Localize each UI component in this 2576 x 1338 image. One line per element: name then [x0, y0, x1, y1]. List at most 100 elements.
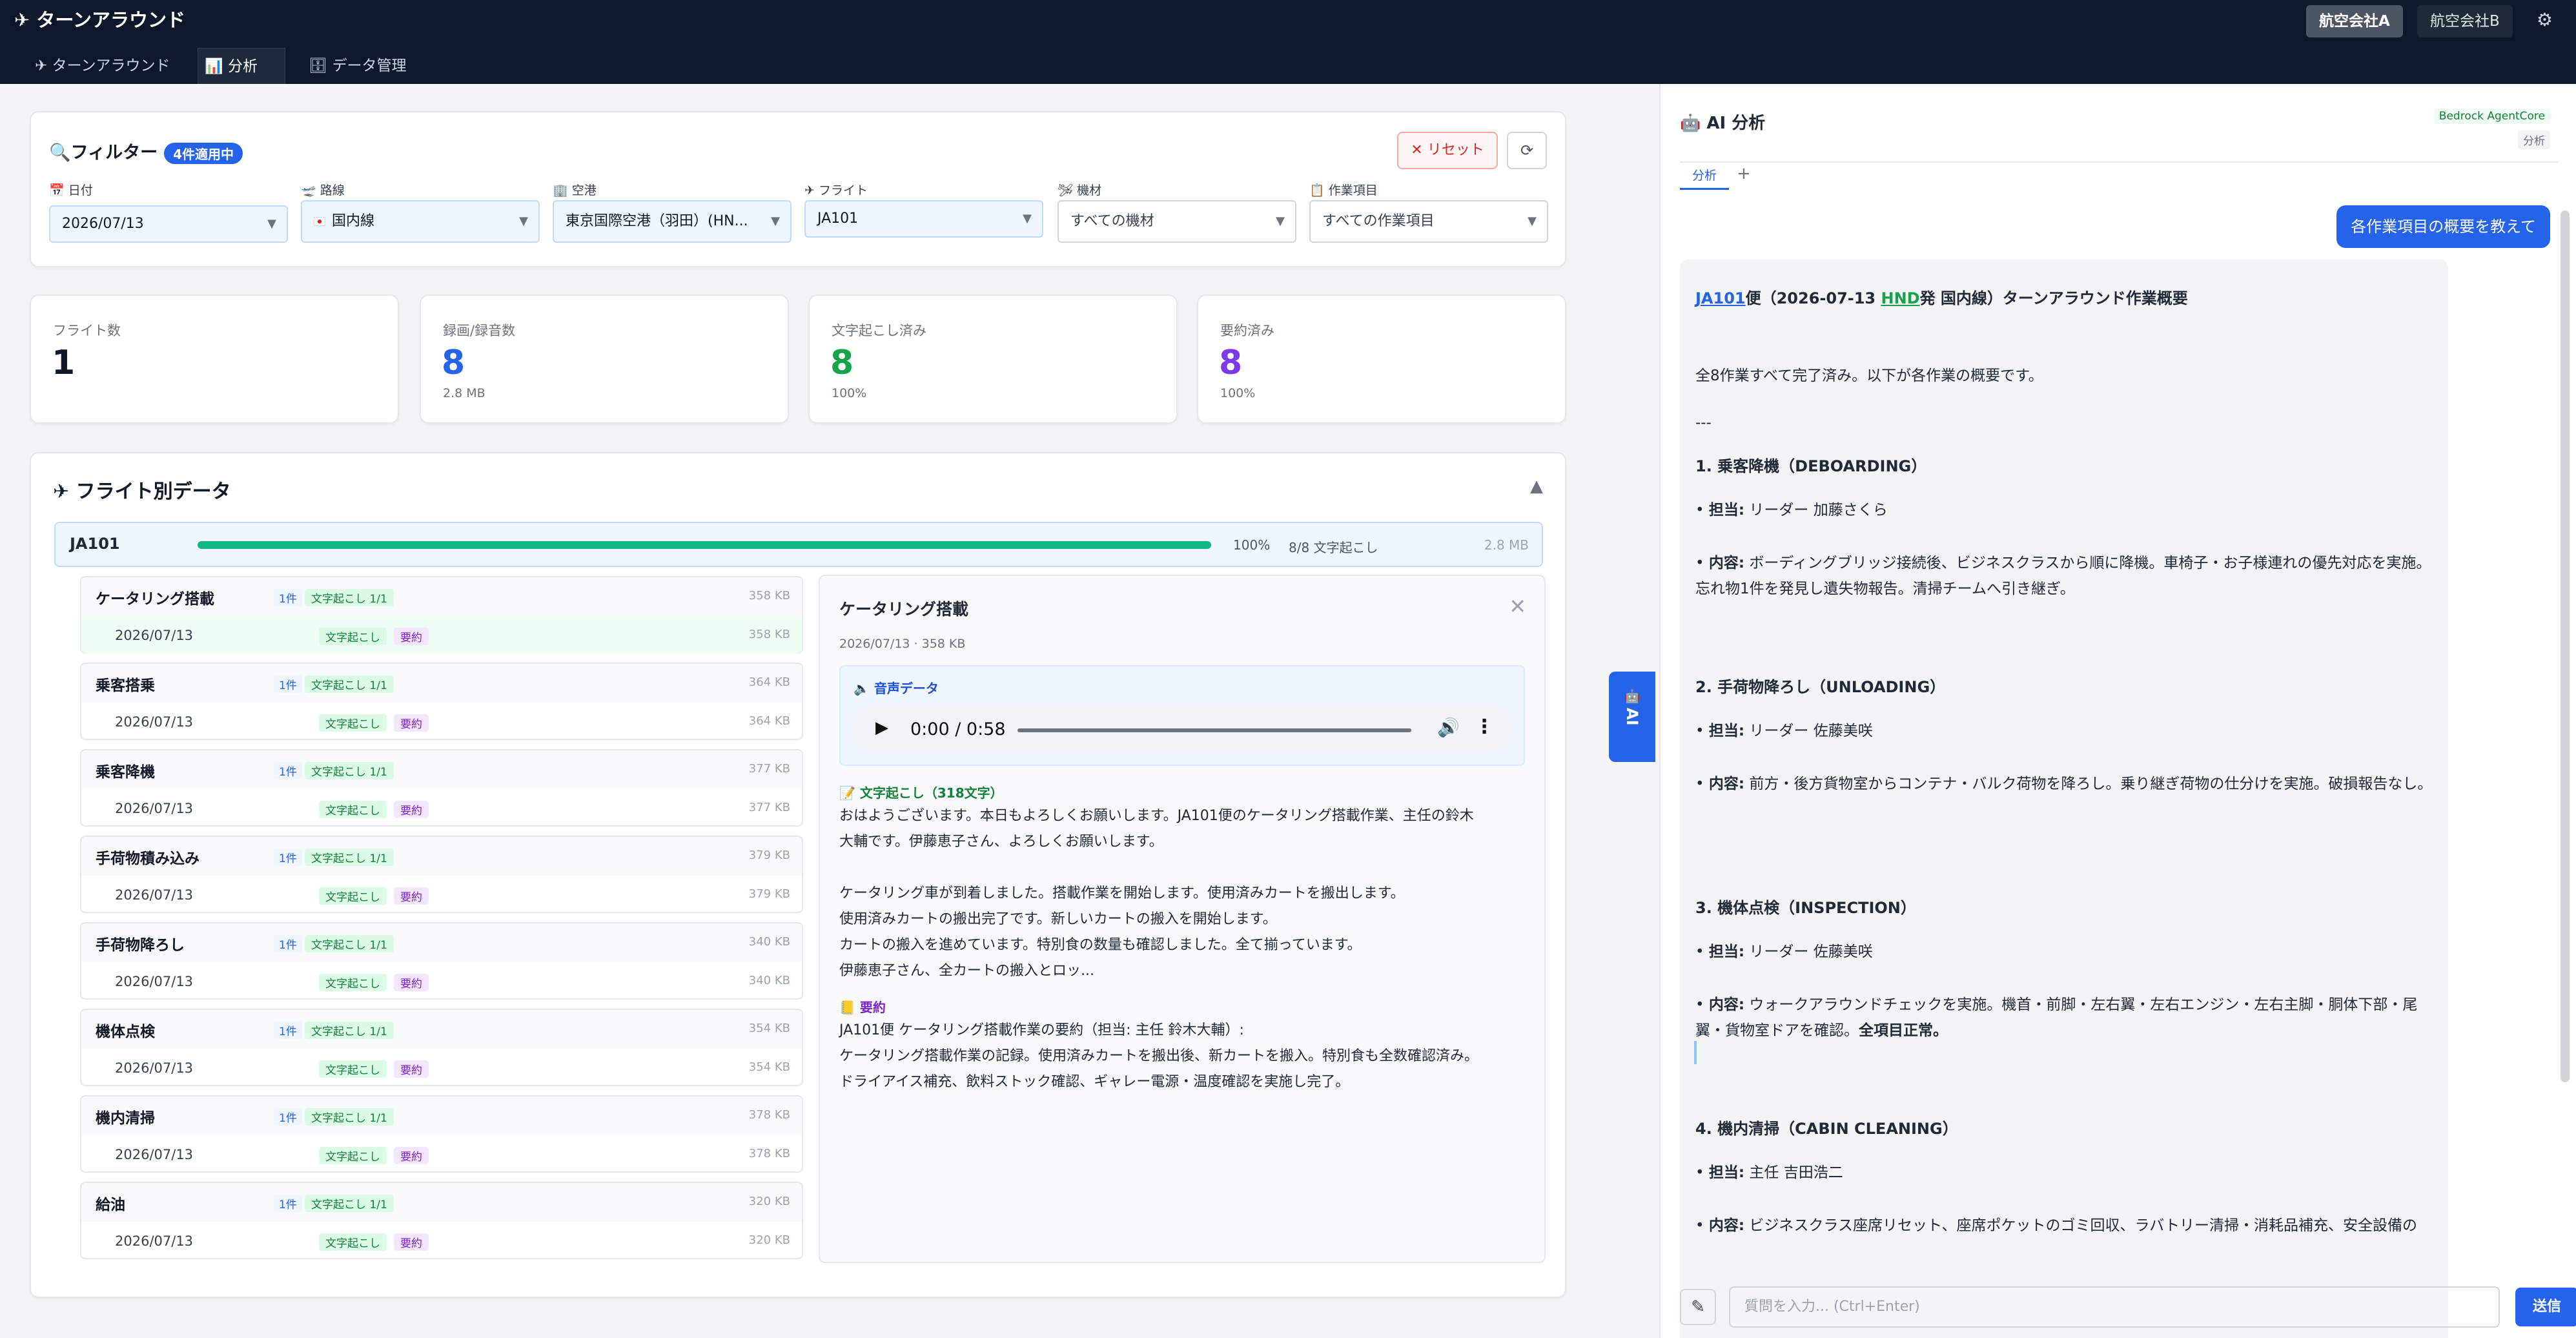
task-transcription-badge: 文字起こし 1/1	[305, 589, 394, 606]
summary-badge: 要約	[394, 801, 429, 818]
airline-a-button[interactable]: 航空会社A	[2306, 5, 2403, 37]
response-heading: JA101便（2026-07-13 HND発 国内線）ターンアラウンド作業概要	[1695, 289, 2188, 307]
send-button[interactable]: 送信	[2515, 1288, 2576, 1326]
active-filter-badge: 4件適用中	[164, 143, 243, 164]
section-lead: • 担当: リーダー 加藤さくら	[1695, 502, 1888, 519]
flight-row-ja101[interactable]: JA101 100% 8/8 文字起こし 2.8 MB	[54, 522, 1543, 567]
tab-turnaround[interactable]: ✈ ターンアラウンド	[28, 48, 176, 84]
stat-label: 文字起こし済み	[832, 323, 926, 338]
flight-size: 2.8 MB	[1484, 537, 1529, 553]
flight-link[interactable]: JA101	[1695, 289, 1746, 307]
section-lead: • 担当: リーダー 佐藤美咲	[1695, 723, 1873, 739]
user-message: 各作業項目の概要を教えて	[2336, 205, 2550, 248]
airline-b-button[interactable]: 航空会社B	[2417, 5, 2513, 37]
tab-data-management[interactable]: 🗄 データ管理	[302, 48, 413, 84]
section-lead: • 担当: 主任 吉田浩二	[1695, 1164, 1843, 1181]
agent-badge: Bedrock AgentCore	[2433, 108, 2550, 124]
task-header	[81, 750, 802, 789]
volume-icon[interactable]: 🔊	[1437, 717, 1460, 738]
chat-input-row: ✎ 質問を入力... (Ctrl+Enter) 送信	[1680, 1286, 2576, 1328]
collapse-icon[interactable]: ▲	[1530, 477, 1543, 496]
pencil-icon[interactable]: ✎	[1680, 1289, 1716, 1325]
task-header	[81, 1096, 802, 1135]
recording-date: 2026/07/13	[115, 628, 194, 643]
chevron-down-icon: ▼	[1276, 214, 1285, 228]
play-icon[interactable]: ▶	[875, 718, 888, 737]
stat-value: 1	[52, 344, 76, 382]
task-name: 手荷物積み込み	[96, 850, 199, 867]
summary-badge: 要約	[394, 1147, 429, 1164]
summary-text: JA101便 ケータリング搭載作業の要約（担当: 主任 鈴木大輔）: ケータリン…	[839, 1022, 1479, 1090]
tab-analysis[interactable]: 📊 分析	[198, 48, 285, 84]
chevron-down-icon: ▼	[519, 214, 528, 228]
response-divider: ---	[1695, 415, 1712, 431]
route-select[interactable]: 国内線 ▼	[301, 200, 540, 243]
progress-percent: 100%	[1233, 537, 1271, 553]
robot-icon: 🤖	[1624, 688, 1641, 704]
section-title: 4. 機内清掃（CABIN CLEANING）	[1695, 1120, 1958, 1138]
settings-gear-icon[interactable]: ⚙	[2537, 9, 2553, 30]
flag-japan-icon	[314, 217, 325, 226]
cursor-marker	[1694, 1041, 1697, 1064]
task-row[interactable]: 乗客搭乗 1件 文字起こし 1/1 364 KB 2026/07/13 文字起こし 要約 36…	[80, 663, 803, 740]
building-icon: 🏢	[553, 183, 568, 198]
chat-input[interactable]: 質問を入力... (Ctrl+Enter)	[1729, 1286, 2500, 1328]
scrollbar[interactable]	[2561, 211, 2570, 1082]
task-row[interactable]: 機体点検 1件 文字起こし 1/1 354 KB 2026/07/13 文字起こし 要約 35…	[80, 1009, 803, 1086]
task-row[interactable]: 給油 1件 文字起こし 1/1 320 KB 2026/07/13 文字起こし 要約 320 …	[80, 1182, 803, 1259]
airport-select[interactable]: 東京国際空港（羽田）(HN... ▼	[553, 200, 792, 243]
task-header	[81, 923, 802, 962]
refresh-icon[interactable]: ⟳	[1507, 132, 1547, 169]
airport-link[interactable]: HND	[1881, 289, 1919, 307]
summary-badge: 要約	[394, 714, 429, 732]
transcribed-badge: 文字起こし	[319, 1060, 387, 1078]
reset-button[interactable]: ✕ リセット	[1397, 132, 1498, 169]
ai-tab-analysis[interactable]: 分析	[1680, 164, 1729, 190]
task-row[interactable]: 手荷物降ろし 1件 文字起こし 1/1 340 KB 2026/07/13 文字起こし 要約…	[80, 922, 803, 1000]
aircraft-select[interactable]: すべての機材 ▼	[1058, 200, 1296, 243]
task-size: 378 KB	[748, 1108, 790, 1122]
stat-card-summarized: 要約済み 8 100%	[1197, 294, 1566, 424]
flight-select[interactable]: JA101 ▼	[804, 200, 1043, 238]
task-header	[81, 1010, 802, 1049]
task-transcription-badge: 文字起こし 1/1	[305, 935, 394, 952]
plane-icon: ✈	[35, 57, 48, 74]
database-icon: 🗄	[309, 57, 328, 74]
more-options-icon[interactable]: ⋮	[1475, 715, 1494, 738]
plane-icon: ✈	[804, 183, 815, 198]
recording-size: 340 KB	[748, 974, 790, 987]
task-name: 乗客搭乗	[96, 677, 155, 694]
audio-scrubber[interactable]	[1017, 728, 1411, 732]
audio-section: 🔈 音声データ ▶ 0:00 / 0:58 🔊 ⋮	[839, 665, 1525, 766]
task-row[interactable]: 乗客降機 1件 文字起こし 1/1 377 KB 2026/07/13 文字起こし 要約 37…	[80, 749, 803, 827]
add-tab-icon[interactable]: +	[1737, 164, 1751, 183]
ai-panel-toggle[interactable]: 🤖 AI	[1609, 672, 1655, 762]
work-item-select[interactable]: すべての作業項目 ▼	[1309, 200, 1548, 243]
task-row[interactable]: 機内清掃 1件 文字起こし 1/1 378 KB 2026/07/13 文字起こし 要約 37…	[80, 1095, 803, 1173]
filter-card: 🔍フィルター 4件適用中 ✕ リセット ⟳ 📅 日付 2026/07/13 ▼ 🛫 …	[30, 111, 1566, 267]
task-size: 377 KB	[748, 762, 790, 776]
task-row[interactable]: ケータリング搭載 1件 文字起こし 1/1 358 KB 2026/07/13 文字起こし…	[80, 576, 803, 654]
stat-value: 8	[830, 344, 854, 382]
app-title: ✈ ターンアラウンド	[14, 9, 185, 31]
flight-label: ✈ フライト	[804, 183, 868, 198]
calendar-icon: 📅	[49, 183, 65, 198]
task-name: 給油	[96, 1197, 125, 1213]
task-transcription-badge: 文字起こし 1/1	[305, 762, 394, 779]
recording-size: 378 KB	[748, 1147, 790, 1160]
task-count-badge: 1件	[274, 675, 302, 693]
summary-label: 📒 要約	[839, 1000, 886, 1015]
close-icon[interactable]: ✕	[1509, 594, 1526, 619]
audio-player[interactable]: ▶ 0:00 / 0:58 🔊 ⋮	[851, 706, 1513, 753]
recording-date: 2026/07/13	[115, 801, 194, 816]
task-size: 320 KB	[748, 1195, 790, 1208]
stat-value: 8	[442, 344, 465, 382]
progress-fill	[198, 541, 1211, 549]
airport-label: 🏢 空港	[553, 183, 597, 198]
ai-analysis-panel: 🤖 AI 分析 Bedrock AgentCore 分析 分析 + 各作業項目の…	[1659, 84, 2576, 1338]
task-size: 379 KB	[748, 849, 790, 862]
task-count-badge: 1件	[274, 1108, 302, 1126]
date-select[interactable]: 2026/07/13 ▼	[49, 205, 288, 243]
aircraft-icon: 🛩	[1058, 183, 1074, 198]
task-row[interactable]: 手荷物積み込み 1件 文字起こし 1/1 379 KB 2026/07/13 文字起こし要…	[80, 836, 803, 913]
